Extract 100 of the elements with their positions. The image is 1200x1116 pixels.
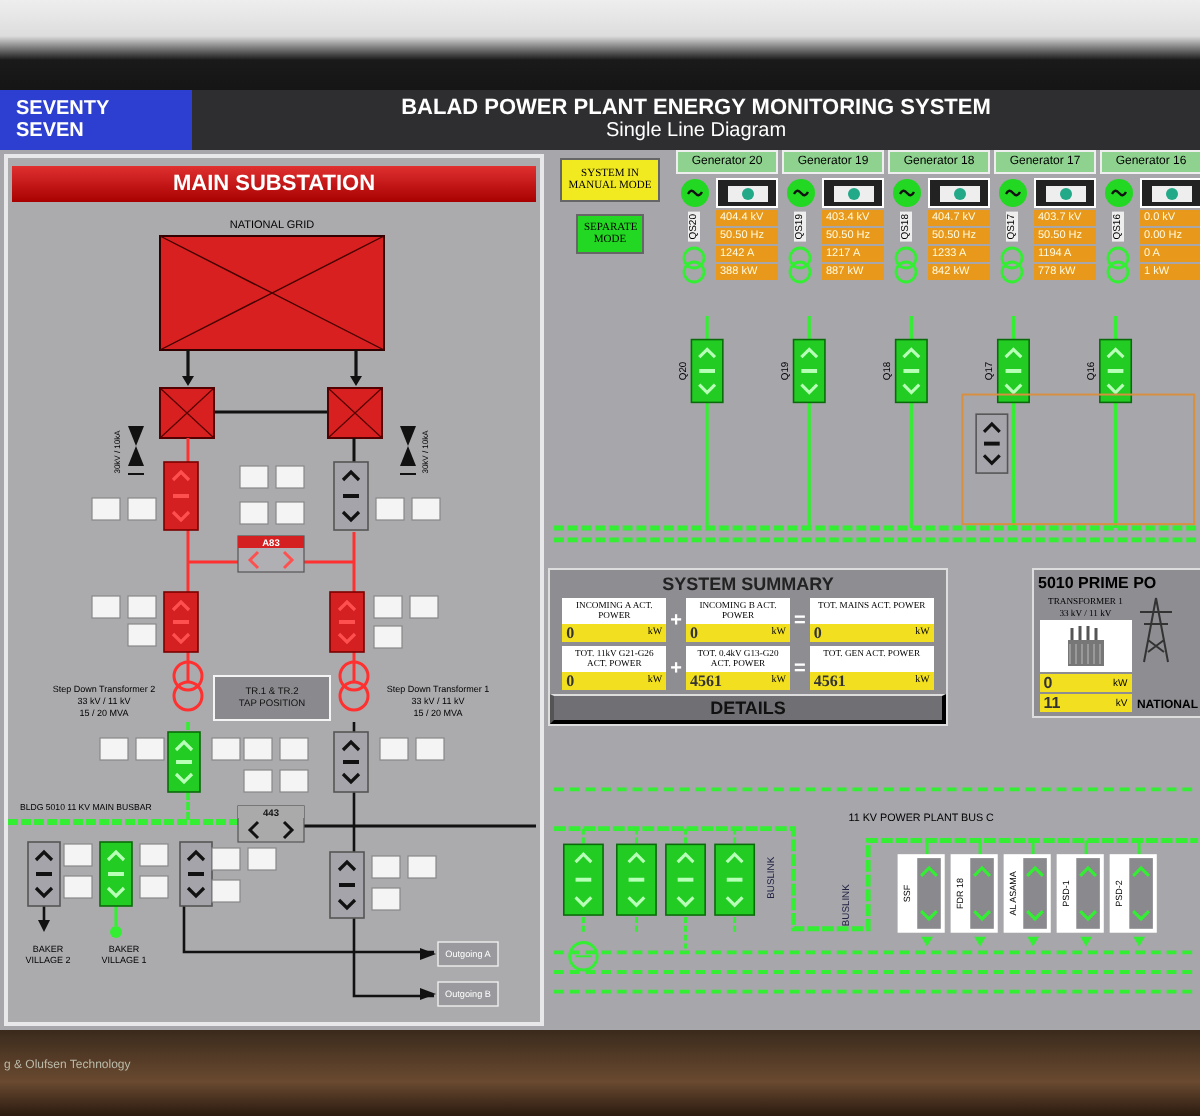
operator-sign: + [670, 657, 682, 680]
meter-display-icon[interactable] [409, 595, 439, 619]
screen-subtitle: Single Line Diagram [605, 120, 787, 142]
system-title: BALAD POWER PLANT ENERGY MONITORING SYSTEM [401, 96, 991, 120]
meter-display-icon[interactable] [275, 501, 305, 525]
meter-display-icon[interactable] [379, 737, 409, 761]
meter-display-icon[interactable] [279, 769, 309, 793]
meter-display-icon[interactable] [375, 497, 405, 521]
meter-display-icon[interactable] [239, 501, 269, 525]
feeder-module[interactable] [1109, 853, 1157, 932]
operator-sign: + [670, 609, 682, 632]
power-value: 0 [566, 624, 575, 643]
transformer-icon[interactable] [172, 660, 204, 712]
panel-title: 5010 PRIME PO [1038, 574, 1159, 593]
surge-arrester-icon [399, 426, 417, 475]
transformer-icon[interactable] [894, 245, 918, 286]
plant-label: SEVENTY SEVEN [0, 90, 192, 150]
power-value: 0 [690, 624, 698, 643]
breaker-module[interactable] [975, 414, 1009, 475]
transformer-icon[interactable] [338, 660, 370, 712]
meter-display-icon[interactable] [275, 465, 305, 489]
feeder-module[interactable] [1003, 853, 1051, 932]
meter-display-icon[interactable] [99, 737, 129, 761]
feeder-module[interactable] [950, 853, 998, 932]
power-value: 11 [1043, 694, 1061, 713]
meter-display-icon[interactable] [243, 769, 273, 793]
breaker-module[interactable] [329, 851, 365, 919]
engine-status-icon [1149, 183, 1193, 203]
down-arrow-icon [974, 935, 986, 946]
meter-display-icon[interactable] [371, 855, 401, 879]
meter-display-icon[interactable] [211, 737, 241, 761]
meter-display-icon[interactable] [239, 465, 269, 489]
breaker-module[interactable] [333, 731, 369, 793]
feeder-module[interactable] [1056, 853, 1104, 932]
breaker-module[interactable] [333, 461, 369, 531]
engine-status-icon [1043, 183, 1087, 203]
down-arrow-icon [1027, 935, 1039, 946]
pylon-icon [1136, 596, 1177, 665]
breaker-module[interactable] [792, 339, 826, 405]
operator-sign: = [794, 609, 806, 632]
breaker-module[interactable] [167, 731, 201, 793]
panel-title: SYSTEM SUMMARY [662, 574, 834, 595]
breaker-module[interactable] [996, 339, 1030, 405]
meter-display-icon[interactable] [279, 737, 309, 761]
operator-sign: = [794, 657, 806, 680]
meter-display-icon[interactable] [91, 595, 121, 619]
generator-symbol-icon[interactable] [891, 178, 921, 208]
circuit-breaker-icon[interactable] [159, 387, 215, 439]
surge-arrester-icon [127, 426, 145, 475]
grid-source-drawing[interactable] [159, 235, 385, 351]
down-arrow-icon [1080, 935, 1092, 946]
meter-display-icon[interactable] [135, 737, 165, 761]
details-button[interactable]: DETAILS [550, 694, 946, 725]
transformer-icon[interactable] [682, 245, 706, 286]
breaker-module[interactable] [714, 842, 756, 915]
breaker-module[interactable] [616, 842, 657, 915]
load-point-icon [110, 926, 122, 938]
breaker-module[interactable] [563, 842, 604, 915]
meter-display-icon[interactable] [139, 875, 169, 899]
meter-display-icon[interactable] [139, 843, 169, 867]
meter-display-icon[interactable] [247, 847, 277, 871]
meter-display-icon[interactable] [411, 497, 441, 521]
meter-display-icon[interactable] [415, 737, 445, 761]
meter-display-icon[interactable] [373, 595, 403, 619]
breaker-module[interactable] [99, 841, 133, 907]
power-value: 4561 [690, 672, 722, 691]
breaker-module[interactable] [665, 842, 706, 915]
meter-display-icon[interactable] [373, 625, 403, 649]
power-value: 0 [1043, 674, 1053, 693]
power-value: 0 [566, 672, 575, 691]
generator-symbol-icon[interactable] [679, 178, 709, 208]
breaker-module[interactable] [179, 841, 213, 907]
transformer-icon[interactable] [788, 245, 812, 286]
meter-display-icon[interactable] [243, 737, 273, 761]
breaker-module[interactable] [1099, 339, 1133, 405]
generator-symbol-icon[interactable] [1103, 178, 1133, 208]
generator-symbol-icon[interactable] [997, 178, 1027, 208]
breaker-module[interactable] [27, 841, 61, 907]
arrow-icon [420, 988, 436, 1000]
meter-display-icon[interactable] [63, 843, 93, 867]
meter-display-icon[interactable] [407, 855, 437, 879]
transformer-icon[interactable] [1106, 245, 1130, 286]
meter-display-icon[interactable] [127, 497, 157, 521]
breaker-module[interactable] [690, 339, 724, 405]
down-arrow-icon [1133, 935, 1145, 946]
generator-symbol-icon[interactable] [785, 178, 815, 208]
engine-status-icon [831, 183, 875, 203]
meter-display-icon[interactable] [211, 879, 241, 903]
engine-status-icon [937, 183, 981, 203]
power-value: 4561 [813, 672, 846, 691]
meter-display-icon[interactable] [91, 497, 121, 521]
meter-display-icon[interactable] [127, 595, 157, 619]
transformer-icon[interactable] [1000, 245, 1024, 286]
feeder-module[interactable] [897, 853, 945, 932]
window-title: MAIN SUBSTATION [12, 166, 536, 202]
circuit-breaker-icon[interactable] [327, 387, 383, 439]
meter-display-icon[interactable] [371, 887, 401, 911]
breaker-module[interactable] [894, 339, 928, 405]
meter-display-icon[interactable] [211, 847, 241, 871]
meter-display-icon[interactable] [127, 623, 157, 647]
